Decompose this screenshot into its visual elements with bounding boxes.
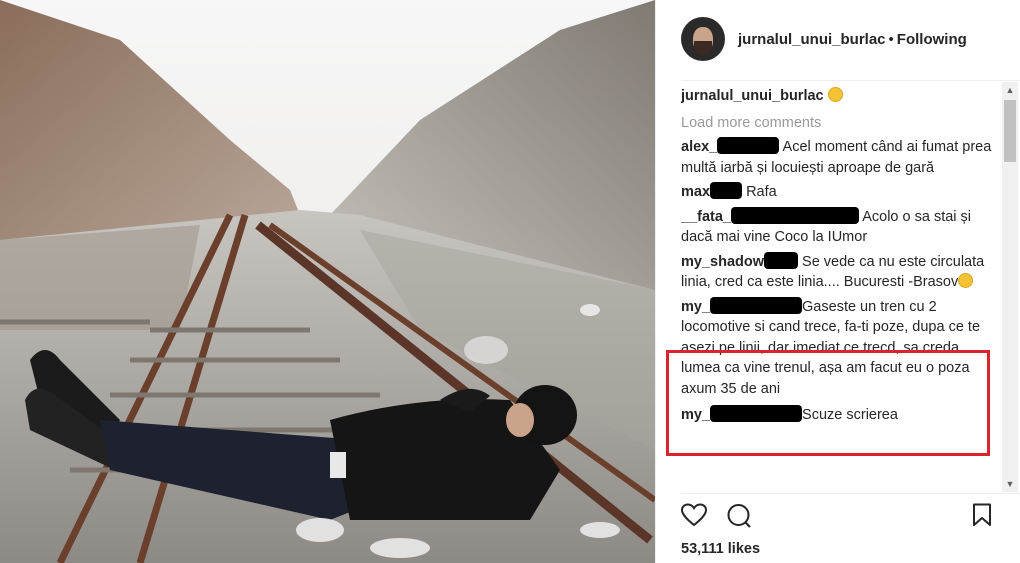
- separator-dot: •: [888, 31, 894, 48]
- scrollbar-thumb[interactable]: [1004, 100, 1016, 162]
- caption: jurnalul_unui_burlac: [681, 86, 999, 107]
- comment-item: alex_ Acel moment când ai fumat prea mul…: [681, 137, 999, 178]
- post-photo[interactable]: [0, 0, 655, 563]
- comment-item: __fata_ Acolo o sa stai și dacă mai vine…: [681, 206, 999, 248]
- pensive-emoji-icon: [827, 87, 843, 102]
- redaction-bar: [710, 296, 803, 314]
- redaction-bar: [710, 182, 743, 199]
- comment-text: Scuze scrierea: [802, 407, 898, 423]
- comment-text: Rafa: [746, 184, 777, 200]
- comment-item: max Rafa: [681, 182, 999, 203]
- header-text: jurnalul_unui_burlac • Following: [738, 31, 967, 48]
- action-bar: [680, 503, 1001, 534]
- comment-username[interactable]: my_shadow: [681, 254, 764, 270]
- comment-item: my_ Scuze scrierea: [681, 405, 999, 426]
- scroll-up-arrow-icon[interactable]: ▲: [1002, 82, 1018, 98]
- post-header: jurnalul_unui_burlac • Following: [656, 0, 1020, 80]
- redaction-bar: [730, 206, 859, 224]
- scroll-down-arrow-icon[interactable]: ▼: [1002, 476, 1018, 492]
- comment-username[interactable]: my_: [681, 407, 710, 423]
- comment-username[interactable]: alex_: [681, 139, 717, 155]
- redaction-bar: [710, 405, 803, 422]
- comment-icon[interactable]: [726, 503, 752, 534]
- caption-username[interactable]: jurnalul_unui_burlac: [681, 88, 824, 104]
- actions-divider: [681, 493, 1020, 494]
- redaction-bar: [764, 251, 798, 269]
- comment-username[interactable]: max: [681, 184, 710, 200]
- header-divider: [681, 80, 1020, 81]
- following-button[interactable]: Following: [897, 31, 967, 48]
- comment-username[interactable]: my_: [681, 299, 710, 315]
- username-link[interactable]: jurnalul_unui_burlac: [738, 31, 886, 48]
- redaction-bar: [717, 137, 780, 154]
- bookmark-icon[interactable]: [971, 503, 993, 532]
- load-more-comments[interactable]: Load more comments: [681, 113, 999, 134]
- laughing-emoji-icon: [958, 273, 974, 288]
- post-sidebar: jurnalul_unui_burlac • Following jurnalul_…: [655, 0, 1020, 563]
- comment-item: my_shadow Se vede ca nu este circulata l…: [681, 251, 999, 293]
- photo-illustration: [0, 0, 655, 563]
- likes-count[interactable]: 53,111 likes: [681, 541, 760, 557]
- comment-username[interactable]: __fata_: [681, 209, 731, 225]
- comments-list[interactable]: jurnalul_unui_burlac Load more comments …: [681, 86, 999, 491]
- avatar[interactable]: [681, 17, 725, 61]
- comments-scrollbar[interactable]: ▲ ▼: [1002, 82, 1018, 492]
- heart-icon[interactable]: [680, 503, 708, 532]
- comment-item: my_ Gaseste un tren cu 2 locomotive si ca…: [681, 296, 999, 400]
